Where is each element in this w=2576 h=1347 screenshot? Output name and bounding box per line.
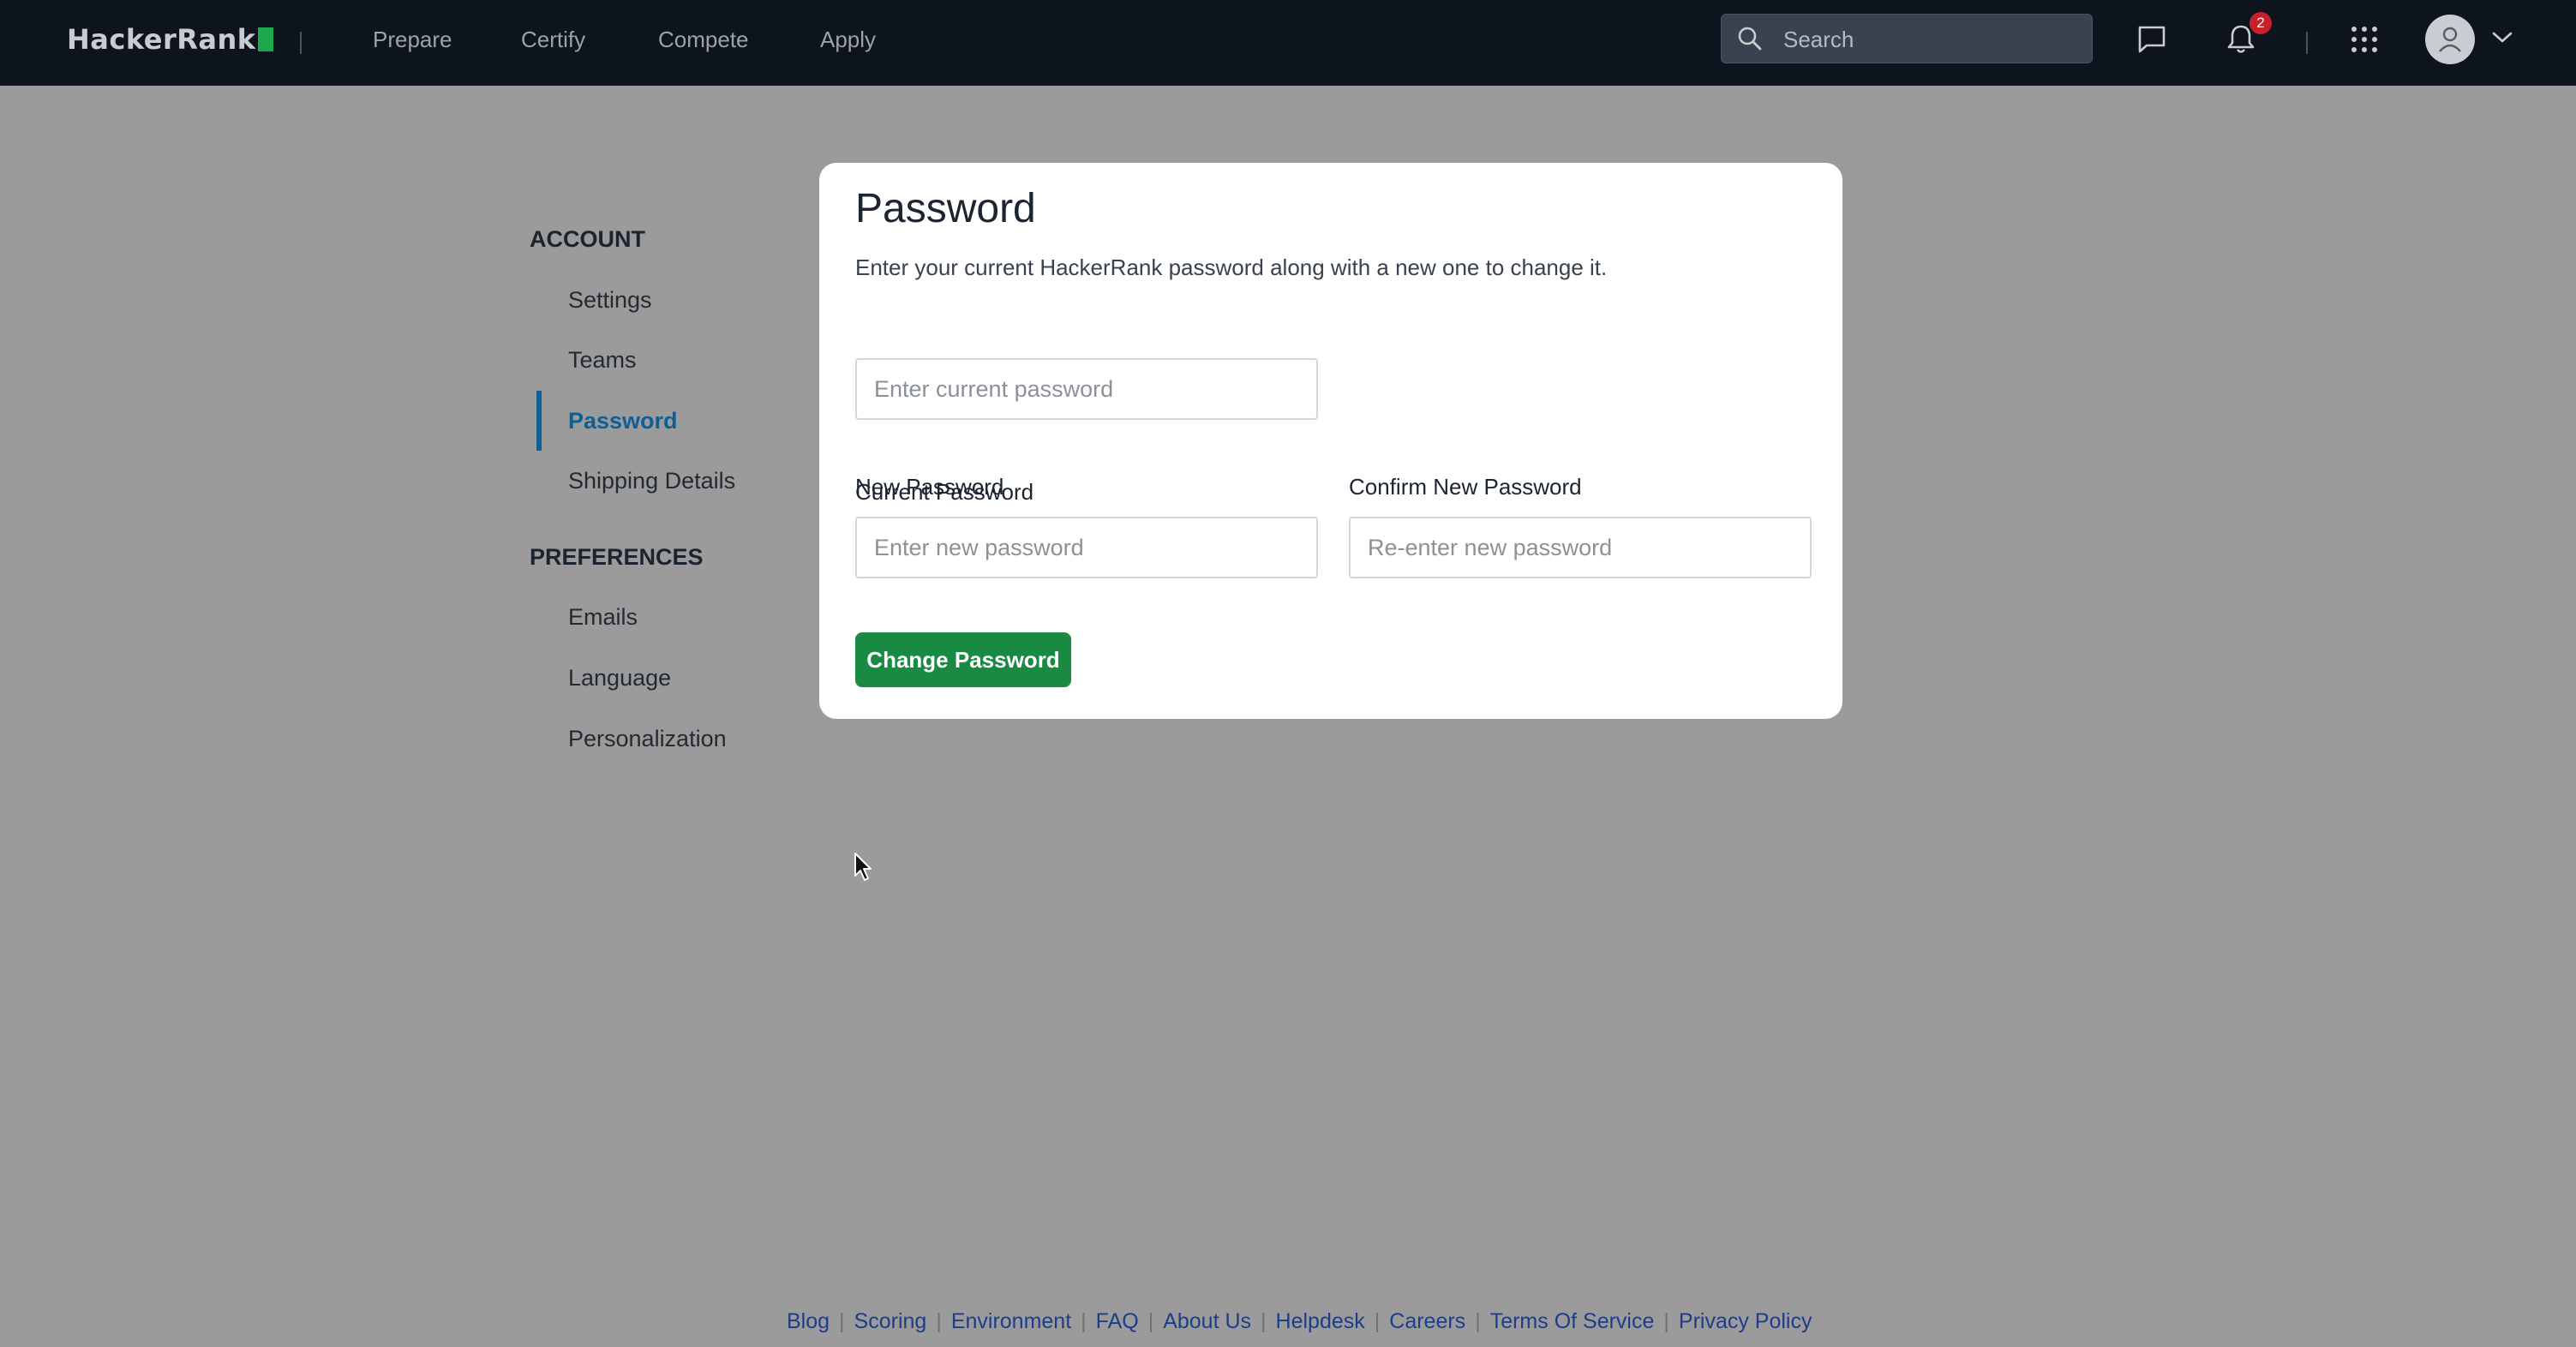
footer-separator: | (1261, 1309, 1267, 1333)
mouse-cursor-icon (854, 852, 874, 887)
new-password-field[interactable] (855, 517, 1318, 578)
sidebar-item-language[interactable]: Language (568, 662, 671, 693)
sidebar-item-teams[interactable]: Teams (568, 344, 637, 375)
account-heading: ACCOUNT (530, 226, 645, 252)
footer-separator: | (1147, 1309, 1154, 1333)
footer-link-helpdesk[interactable]: Helpdesk (1276, 1309, 1365, 1333)
change-password-button[interactable]: Change Password (855, 632, 1071, 687)
footer-link-privacy-policy[interactable]: Privacy Policy (1679, 1309, 1812, 1333)
chat-icon[interactable] (2136, 25, 2167, 58)
password-dialog: Password Enter your current HackerRank p… (819, 163, 1842, 719)
footer-separator: | (1663, 1309, 1669, 1333)
top-navigation-bar: HackerRank Prepare Certify Compete Apply… (0, 0, 2576, 86)
new-password-label: New Password (855, 474, 1004, 500)
nav-compete[interactable]: Compete (658, 24, 749, 55)
current-password-field[interactable] (855, 358, 1318, 420)
footer-separator: | (936, 1309, 942, 1333)
search-icon (1737, 26, 1763, 56)
footer-links: Blog | Scoring | Environment | FAQ | About Us | He… (787, 1306, 1812, 1337)
confirm-password-field[interactable] (1349, 517, 1812, 578)
footer-link-blog[interactable]: Blog (787, 1309, 830, 1333)
apps-grid-icon[interactable] (2351, 26, 2378, 57)
footer-link-terms-of-service[interactable]: Terms Of Service (1490, 1309, 1655, 1333)
footer-link-faq[interactable]: FAQ (1096, 1309, 1139, 1333)
hackerrank-logo[interactable]: HackerRank (67, 21, 273, 58)
search-input[interactable] (1782, 23, 2076, 56)
sidebar-item-personalization[interactable]: Personalization (568, 723, 727, 754)
footer-separator: | (1475, 1309, 1481, 1333)
dialog-description: Enter your current HackerRank password a… (855, 254, 1608, 280)
sidebar-item-emails[interactable]: Emails (568, 602, 638, 632)
footer-link-scoring[interactable]: Scoring (854, 1309, 927, 1333)
sidebar-item-settings[interactable]: Settings (568, 284, 652, 315)
chevron-down-icon[interactable] (2492, 31, 2513, 49)
user-icon (2437, 26, 2463, 57)
footer-separator: | (839, 1309, 845, 1333)
logo-green-block (257, 27, 273, 51)
footer-link-careers[interactable]: Careers (1389, 1309, 1465, 1333)
nav-divider (2306, 32, 2308, 54)
avatar[interactable] (2425, 15, 2475, 64)
active-item-indicator (536, 391, 542, 451)
footer-separator: | (1374, 1309, 1381, 1333)
confirm-password-label: Confirm New Password (1349, 474, 1582, 500)
search-box[interactable] (1721, 14, 2093, 63)
dialog-title: Password (855, 186, 1036, 231)
nav-certify[interactable]: Certify (521, 24, 585, 55)
footer-separator: | (1081, 1309, 1087, 1333)
preferences-heading: PREFERENCES (530, 544, 704, 570)
nav-divider (300, 32, 302, 54)
notification-count-badge: 2 (2250, 12, 2272, 34)
nav-apply[interactable]: Apply (820, 24, 876, 55)
footer-link-environment[interactable]: Environment (951, 1309, 1071, 1333)
nav-prepare[interactable]: Prepare (373, 24, 452, 55)
sidebar-item-shipping-details[interactable]: Shipping Details (568, 465, 735, 496)
sidebar-item-password[interactable]: Password (568, 405, 678, 436)
footer-link-about-us[interactable]: About Us (1163, 1309, 1251, 1333)
